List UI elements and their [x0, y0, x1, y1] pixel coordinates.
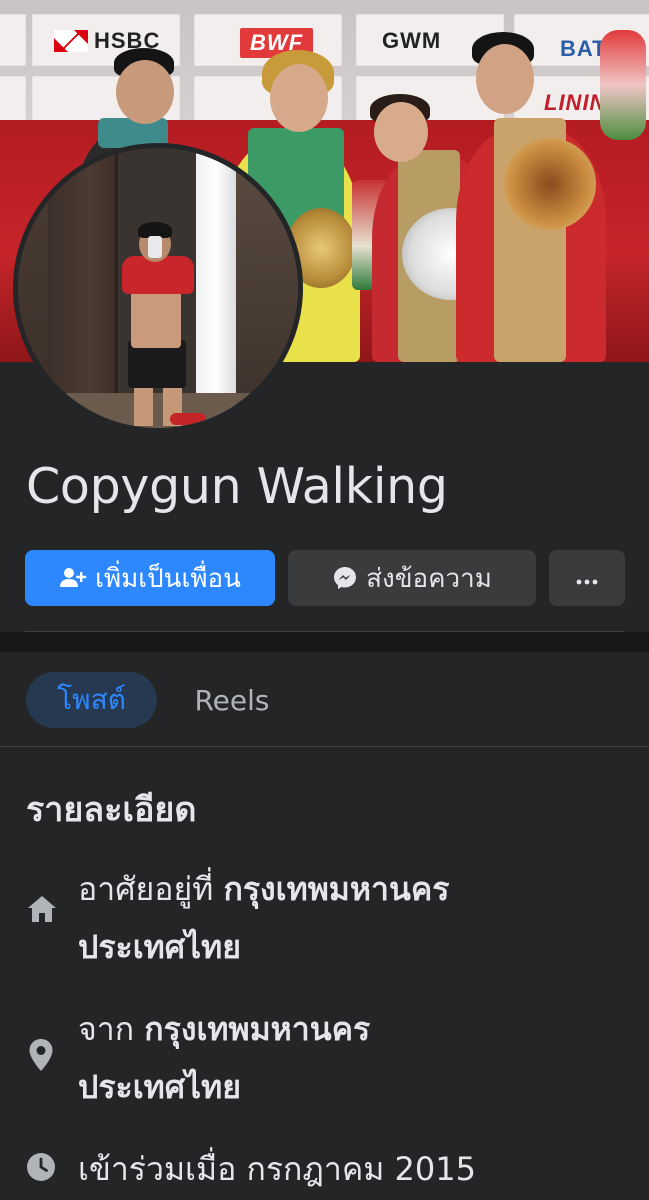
from-place[interactable]: กรุงเทพมหานคร	[144, 1010, 370, 1048]
sponsor-logo: GWM	[382, 28, 442, 53]
tab-posts[interactable]: โพสต์	[26, 672, 157, 728]
profile-avatar[interactable]	[13, 143, 303, 433]
message-button[interactable]: ส่งข้อความ	[288, 550, 536, 606]
add-friend-button[interactable]: เพิ่มเป็นเพื่อน	[25, 550, 275, 606]
from-country[interactable]: ประเทศไทย	[78, 1068, 241, 1106]
from-prefix: จาก	[78, 1010, 135, 1048]
more-options-button[interactable]	[549, 550, 625, 606]
more-dots-icon	[575, 563, 599, 593]
lives-in-country[interactable]: ประเทศไทย	[78, 928, 241, 966]
trophy	[504, 138, 596, 230]
person-plus-icon	[59, 566, 87, 590]
lives-in-prefix: อาศัยอยู่ที่	[78, 870, 214, 908]
section-separator	[0, 632, 649, 652]
joined-text: เข้าร่วมเมื่อ กรกฎาคม 2015	[78, 1150, 476, 1188]
messenger-icon	[332, 565, 358, 591]
divider	[0, 746, 649, 747]
profile-name: Copygun Walking	[26, 458, 448, 515]
details-heading: รายละเอียด	[26, 790, 197, 830]
message-label: ส่งข้อความ	[366, 563, 492, 594]
clock-icon	[26, 1152, 56, 1186]
lives-in-place[interactable]: กรุงเทพมหานคร	[223, 870, 449, 908]
profile-page: HSBC BWF GWM BAT LINING Copygun Walking …	[0, 0, 649, 1200]
tab-reels[interactable]: Reels	[178, 672, 286, 728]
home-icon	[26, 894, 58, 928]
add-friend-label: เพิ่มเป็นเพื่อน	[95, 563, 241, 594]
location-pin-icon	[26, 1038, 56, 1076]
